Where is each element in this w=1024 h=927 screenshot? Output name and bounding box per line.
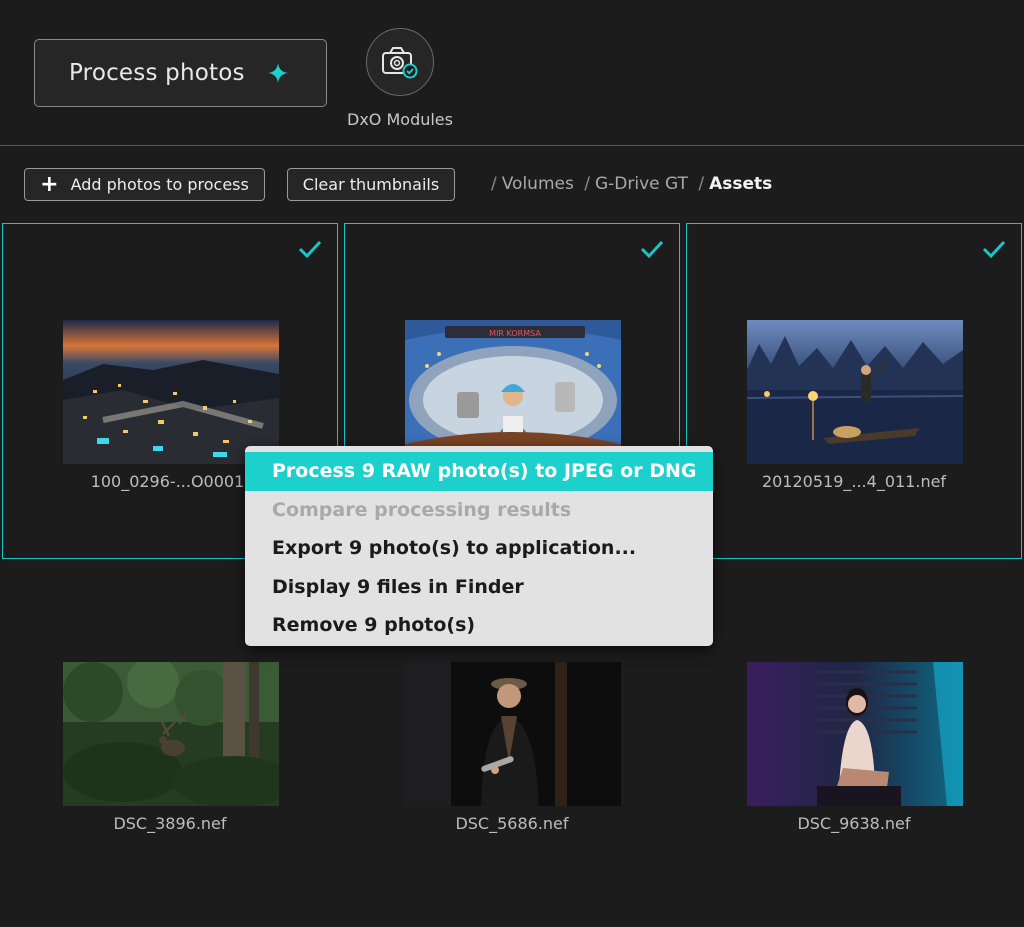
checkmark-icon	[298, 240, 322, 259]
menu-item-export-to-application[interactable]: Export 9 photo(s) to application...	[245, 529, 713, 568]
clear-thumbnails-button[interactable]: Clear thumbnails	[287, 168, 455, 201]
dxo-modules-label: DxO Modules	[347, 110, 453, 129]
clear-thumbnails-label: Clear thumbnails	[302, 175, 440, 194]
breadcrumb-volumes[interactable]: Volumes	[502, 174, 574, 194]
process-photos-button[interactable]: Process photos	[34, 39, 327, 107]
photo-cell[interactable]: DSC_9638.nef	[686, 565, 1022, 901]
sparkle-icon	[267, 62, 289, 84]
process-photos-label: Process photos	[69, 60, 245, 86]
photo-thumbnail[interactable]	[405, 662, 621, 806]
checkmark-icon	[982, 240, 1006, 259]
breadcrumb-assets[interactable]: Assets	[709, 174, 772, 194]
photo-thumbnail[interactable]	[747, 662, 963, 806]
photo-thumbnail[interactable]: MIR KORMSA	[405, 320, 621, 464]
breadcrumb: / Volumes / G-Drive GT / Assets	[491, 174, 773, 194]
dxo-modules-button[interactable]: DxO Modules	[340, 28, 460, 138]
photo-filename: 20120519_...4_011.nef	[761, 472, 947, 491]
add-photos-button[interactable]: + Add photos to process	[24, 168, 265, 201]
photo-filename: DSC_3896.nef	[113, 814, 227, 833]
plus-icon: +	[40, 171, 59, 197]
checkmark-icon	[640, 240, 664, 259]
photo-thumbnail[interactable]	[63, 662, 279, 806]
photo-cell[interactable]: 20120519_...4_011.nef	[686, 223, 1022, 559]
photo-filename: DSC_9638.nef	[797, 814, 911, 833]
menu-item-display-in-finder[interactable]: Display 9 files in Finder	[245, 568, 713, 607]
sub-toolbar: + Add photos to process Clear thumbnails…	[0, 147, 1024, 219]
photo-thumbnail[interactable]	[747, 320, 963, 464]
add-photos-label: Add photos to process	[70, 175, 249, 194]
photo-filename: DSC_5686.nef	[455, 814, 569, 833]
menu-item-process-raw[interactable]: Process 9 RAW photo(s) to JPEG or DNG	[245, 452, 713, 491]
camera-modules-icon	[366, 28, 434, 96]
context-menu: Process 9 RAW photo(s) to JPEG or DNG Co…	[245, 446, 713, 646]
menu-item-remove-photos[interactable]: Remove 9 photo(s)	[245, 606, 713, 645]
photo-thumbnail[interactable]	[63, 320, 279, 464]
menu-item-compare-results: Compare processing results	[272, 498, 572, 521]
top-toolbar: Process photos DxO Modules	[0, 0, 1024, 146]
breadcrumb-g-drive-gt[interactable]: G-Drive GT	[595, 174, 688, 194]
svg-text:MIR KORMSA: MIR KORMSA	[489, 329, 541, 338]
